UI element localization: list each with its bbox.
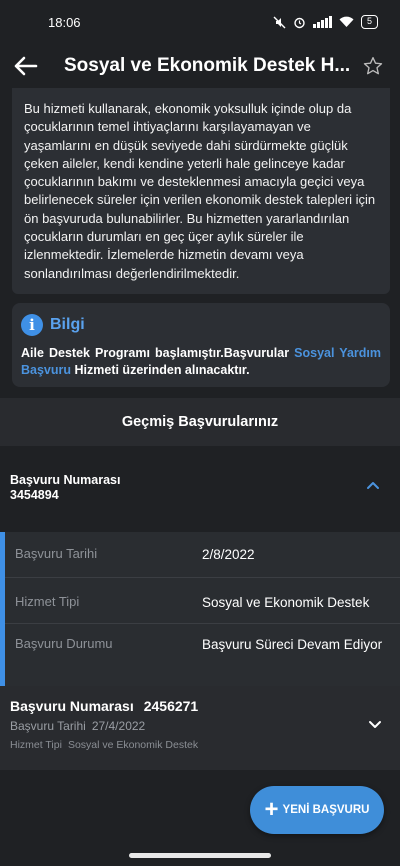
new-application-label: YENİ BAŞVURU — [282, 804, 370, 816]
signal-icon — [313, 16, 332, 28]
status-bar: 18:06 5 — [0, 0, 400, 44]
application-date: 27/4/2022 — [91, 719, 146, 733]
status-icons: 5 — [273, 15, 378, 29]
application-type-row: Hizmet Tipi Sosyal ve Ekonomik Destek — [10, 739, 390, 751]
detail-value: Başvuru Süreci Devam Ediyor — [202, 637, 383, 652]
arrow-left-icon — [14, 56, 38, 76]
wifi-icon — [339, 16, 354, 27]
application-type: Sosyal ve Ekonomik Destek — [67, 739, 199, 751]
detail-row-date: Başvuru Tarihi 2/8/2022 — [5, 532, 400, 578]
mute-icon — [273, 16, 286, 28]
info-icon: i — [21, 314, 43, 336]
application-details: Başvuru Tarihi 2/8/2022 Hizmet Tipi Sosy… — [0, 532, 400, 686]
favorite-button[interactable] — [358, 51, 388, 81]
detail-value: 2/8/2022 — [202, 547, 255, 562]
detail-row-type: Hizmet Tipi Sosyal ve Ekonomik Destek — [5, 578, 400, 624]
detail-value: Sosyal ve Ekonomik Destek — [202, 595, 370, 610]
past-applications-heading: Geçmiş Başvurularınız — [0, 398, 400, 446]
application-date-row: Başvuru Tarihi 27/4/2022 — [10, 719, 390, 733]
detail-key: Başvuru Tarihi — [15, 546, 98, 561]
home-indicator[interactable] — [129, 853, 271, 858]
service-description: Bu hizmeti kullanarak, ekonomik yoksullu… — [12, 88, 390, 294]
detail-key: Başvuru Durumu — [15, 636, 113, 651]
application-item[interactable]: Başvuru Numarası 2456271 Başvuru Tarihi 27… — [0, 686, 400, 770]
info-header: i Bilgi — [21, 313, 381, 337]
detail-key: Hizmet Tipi — [15, 594, 80, 609]
battery-icon: 5 — [360, 15, 378, 29]
chevron-up-icon[interactable] — [366, 480, 380, 490]
info-text-after: Hizmeti üzerinden alınacaktır. — [71, 363, 250, 377]
page-title: Sosyal ve Ekonomik Destek H... — [64, 55, 351, 76]
star-icon — [363, 57, 383, 75]
detail-row-status: Başvuru Durumu Başvuru Süreci Devam Ediy… — [5, 624, 400, 686]
application-number-label: Başvuru Numarası — [10, 473, 121, 487]
app-bar: Sosyal ve Ekonomik Destek H... — [0, 44, 400, 88]
plus-icon: + — [264, 796, 279, 823]
info-text: Aile Destek Programı başlamıştır.Başvuru… — [21, 345, 381, 379]
application-type-label: Hizmet Tipi — [10, 739, 62, 751]
info-text-before: Aile Destek Programı başlamıştır.Başvuru… — [21, 346, 295, 360]
alarm-icon — [294, 17, 306, 28]
application-number: 2456271 — [143, 698, 199, 714]
info-title: Bilgi — [50, 316, 85, 333]
application-number-row: Başvuru Numarası 2456271 — [10, 698, 390, 714]
application-date-label: Başvuru Tarihi — [10, 719, 86, 733]
application-number-label: Başvuru Numarası — [10, 698, 134, 714]
chevron-down-icon[interactable] — [368, 720, 382, 730]
application-number: 3454894 — [10, 488, 59, 502]
application-header[interactable]: Başvuru Numarası 3454894 — [0, 456, 400, 532]
new-application-button[interactable]: + YENİ BAŞVURU — [250, 786, 384, 834]
back-button[interactable] — [12, 48, 48, 84]
status-time: 18:06 — [48, 14, 81, 30]
info-card: i Bilgi Aile Destek Programı başlamıştır… — [12, 303, 390, 387]
